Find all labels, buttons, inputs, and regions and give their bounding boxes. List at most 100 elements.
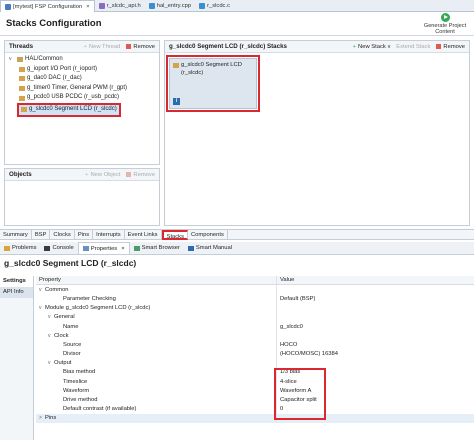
property-value[interactable]: g_slcdc0 xyxy=(276,321,474,332)
property-name-cell: Source xyxy=(36,340,276,349)
tree-item-selected[interactable]: g_slcdc0 Segment LCD (r_slcdc) xyxy=(17,102,121,117)
property-name-cell: v Output xyxy=(36,359,276,368)
table-row[interactable]: Name g_slcdc0 xyxy=(36,321,474,332)
remove-icon xyxy=(126,44,132,49)
side-tab-api-info[interactable]: API Info xyxy=(0,287,33,298)
tab-console[interactable]: Console xyxy=(40,242,77,254)
property-value xyxy=(276,285,474,295)
cpp-file-icon xyxy=(148,3,155,9)
properties-icon xyxy=(82,246,89,251)
configuration-tab-bar: Summary BSP Clocks Pins Interrupts Event… xyxy=(0,229,474,240)
property-name-cell: Waveform xyxy=(36,386,276,395)
tab-smart-browser[interactable]: Smart Browser xyxy=(130,242,184,254)
page-title: Stacks Configuration xyxy=(6,18,102,29)
tree-item[interactable]: g_dac0 DAC (r_dac) xyxy=(9,74,155,84)
stack-block-driver: (r_slcdc) xyxy=(181,69,204,76)
property-name: Clock xyxy=(54,332,69,339)
tab-clocks[interactable]: Clocks xyxy=(50,230,75,240)
tree-root-hal-common[interactable]: v HAL/Common xyxy=(9,55,155,65)
table-row[interactable]: v Module g_slcdc0 Segment LCD (r_slcdc) xyxy=(36,303,474,313)
property-name: Pins xyxy=(45,415,57,422)
property-value[interactable]: HOCO xyxy=(276,340,474,350)
module-icon xyxy=(173,63,179,68)
table-row[interactable]: Bias method 1/3 bias xyxy=(36,367,474,378)
tab-smart-manual[interactable]: Smart Manual xyxy=(184,242,236,254)
tab-components[interactable]: Components xyxy=(188,230,228,240)
remove-object-button[interactable]: Remove xyxy=(126,172,155,178)
property-name: Parameter Checking xyxy=(63,295,116,302)
tab-problems[interactable]: Problems xyxy=(0,242,40,254)
editor-tab-fsp-configuration[interactable]: [mytest] FSP Configuration × xyxy=(0,0,95,12)
editor-tab-hal-entry-cpp[interactable]: hal_entry.cpp xyxy=(145,0,195,12)
table-row[interactable]: Parameter Checking Default (BSP) xyxy=(36,294,474,304)
new-thread-button[interactable]: + New Thread xyxy=(84,44,121,50)
generate-project-content-button[interactable]: Generate Project Content xyxy=(418,13,472,35)
new-stack-button[interactable]: + New Stack v xyxy=(353,44,391,50)
tab-summary[interactable]: Summary xyxy=(0,230,32,240)
table-row[interactable]: Drive method Capacitor split xyxy=(36,395,474,405)
property-name: Common xyxy=(45,286,69,293)
info-icon[interactable]: i xyxy=(173,98,180,105)
table-row[interactable]: Waveform Waveform A xyxy=(36,386,474,396)
property-name-cell: v Module g_slcdc0 Segment LCD (r_slcdc) xyxy=(36,304,276,313)
problems-icon xyxy=(4,245,10,251)
remove-stack-button[interactable]: Remove xyxy=(436,44,465,50)
smart-manual-icon xyxy=(187,245,194,251)
property-name-cell: Parameter Checking xyxy=(36,294,276,303)
side-tab-settings[interactable]: Settings xyxy=(0,276,33,287)
editor-tab-r-slcdc-c[interactable]: r_slcdc.c xyxy=(195,0,234,12)
property-name: Divisor xyxy=(63,351,81,358)
property-value[interactable]: (HOCO/MOSC) 16384 xyxy=(276,349,474,359)
collapse-icon: v xyxy=(9,56,12,62)
remove-thread-button[interactable]: Remove xyxy=(126,44,155,50)
property-name: Default contrast (if available) xyxy=(63,406,137,413)
generate-label: Generate Project Content xyxy=(423,23,467,35)
module-icon xyxy=(19,95,25,101)
tree-item[interactable]: g_pcdc0 USB PCDC (r_usb_pcdc) xyxy=(9,93,155,103)
tree-item[interactable]: g_timer0 Timer, General PWM (r_gpt) xyxy=(9,84,155,94)
property-name: Bias method xyxy=(63,369,96,376)
module-icon xyxy=(19,86,25,92)
close-icon[interactable]: × xyxy=(86,4,89,10)
tab-interrupts[interactable]: Interrupts xyxy=(93,230,125,240)
property-value[interactable]: Default (BSP) xyxy=(276,294,474,304)
table-row[interactable]: Default contrast (if available) 0 xyxy=(36,404,474,414)
play-icon xyxy=(440,13,450,22)
property-name-cell: v General xyxy=(36,313,276,322)
table-row[interactable]: v Clock xyxy=(36,331,474,341)
table-row[interactable]: > Pins xyxy=(36,413,474,423)
property-name: Timeslice xyxy=(63,378,88,385)
table-row[interactable]: v Common xyxy=(36,285,474,295)
tab-bsp[interactable]: BSP xyxy=(32,230,51,240)
property-name-cell: Name xyxy=(36,322,276,331)
property-name: Module g_slcdc0 Segment LCD (r_slcdc) xyxy=(45,305,151,312)
tree-item[interactable]: g_ioport I/O Port (r_ioport) xyxy=(9,65,155,75)
column-property: Property xyxy=(39,277,61,284)
stack-block-name: g_slcdc0 Segment LCD xyxy=(181,62,242,68)
editor-tab-label: [mytest] FSP Configuration xyxy=(13,3,83,10)
editor-tab-r-slcdc-api-h[interactable]: r_slcdc_api.h xyxy=(95,0,145,12)
property-name-cell: Default contrast (if available) xyxy=(36,405,276,414)
table-row[interactable]: Divisor (HOCO/MOSC) 16384 xyxy=(36,349,474,359)
threads-panel: Threads + New Thread Remove v HAL/Common … xyxy=(4,40,160,165)
property-value xyxy=(276,331,474,341)
close-icon[interactable]: × xyxy=(121,246,124,252)
properties-title: g_slcdc0 Segment LCD (r_slcdc) xyxy=(4,258,137,268)
module-icon xyxy=(19,66,25,72)
new-object-button[interactable]: + New Object xyxy=(85,172,120,178)
objects-panel: Objects + New Object Remove xyxy=(4,168,160,226)
table-row[interactable]: Source HOCO xyxy=(36,340,474,350)
folder-icon xyxy=(17,57,23,63)
stack-block[interactable]: g_slcdc0 Segment LCD (r_slcdc) i xyxy=(169,58,257,109)
tab-stacks[interactable]: Stacks xyxy=(161,230,188,240)
tab-event-links[interactable]: Event Links xyxy=(125,230,162,240)
table-row[interactable]: v General xyxy=(36,312,474,322)
tab-properties[interactable]: Properties × xyxy=(77,242,130,254)
table-row[interactable]: Timeslice 4-slice xyxy=(36,377,474,387)
table-row[interactable]: v Output xyxy=(36,358,474,368)
properties-side-tabs: Settings API Info xyxy=(0,276,34,440)
extend-stack-button[interactable]: Extend Stack xyxy=(396,44,430,50)
tab-pins[interactable]: Pins xyxy=(75,230,94,240)
property-name-cell: v Common xyxy=(36,285,276,294)
remove-icon xyxy=(126,172,132,177)
